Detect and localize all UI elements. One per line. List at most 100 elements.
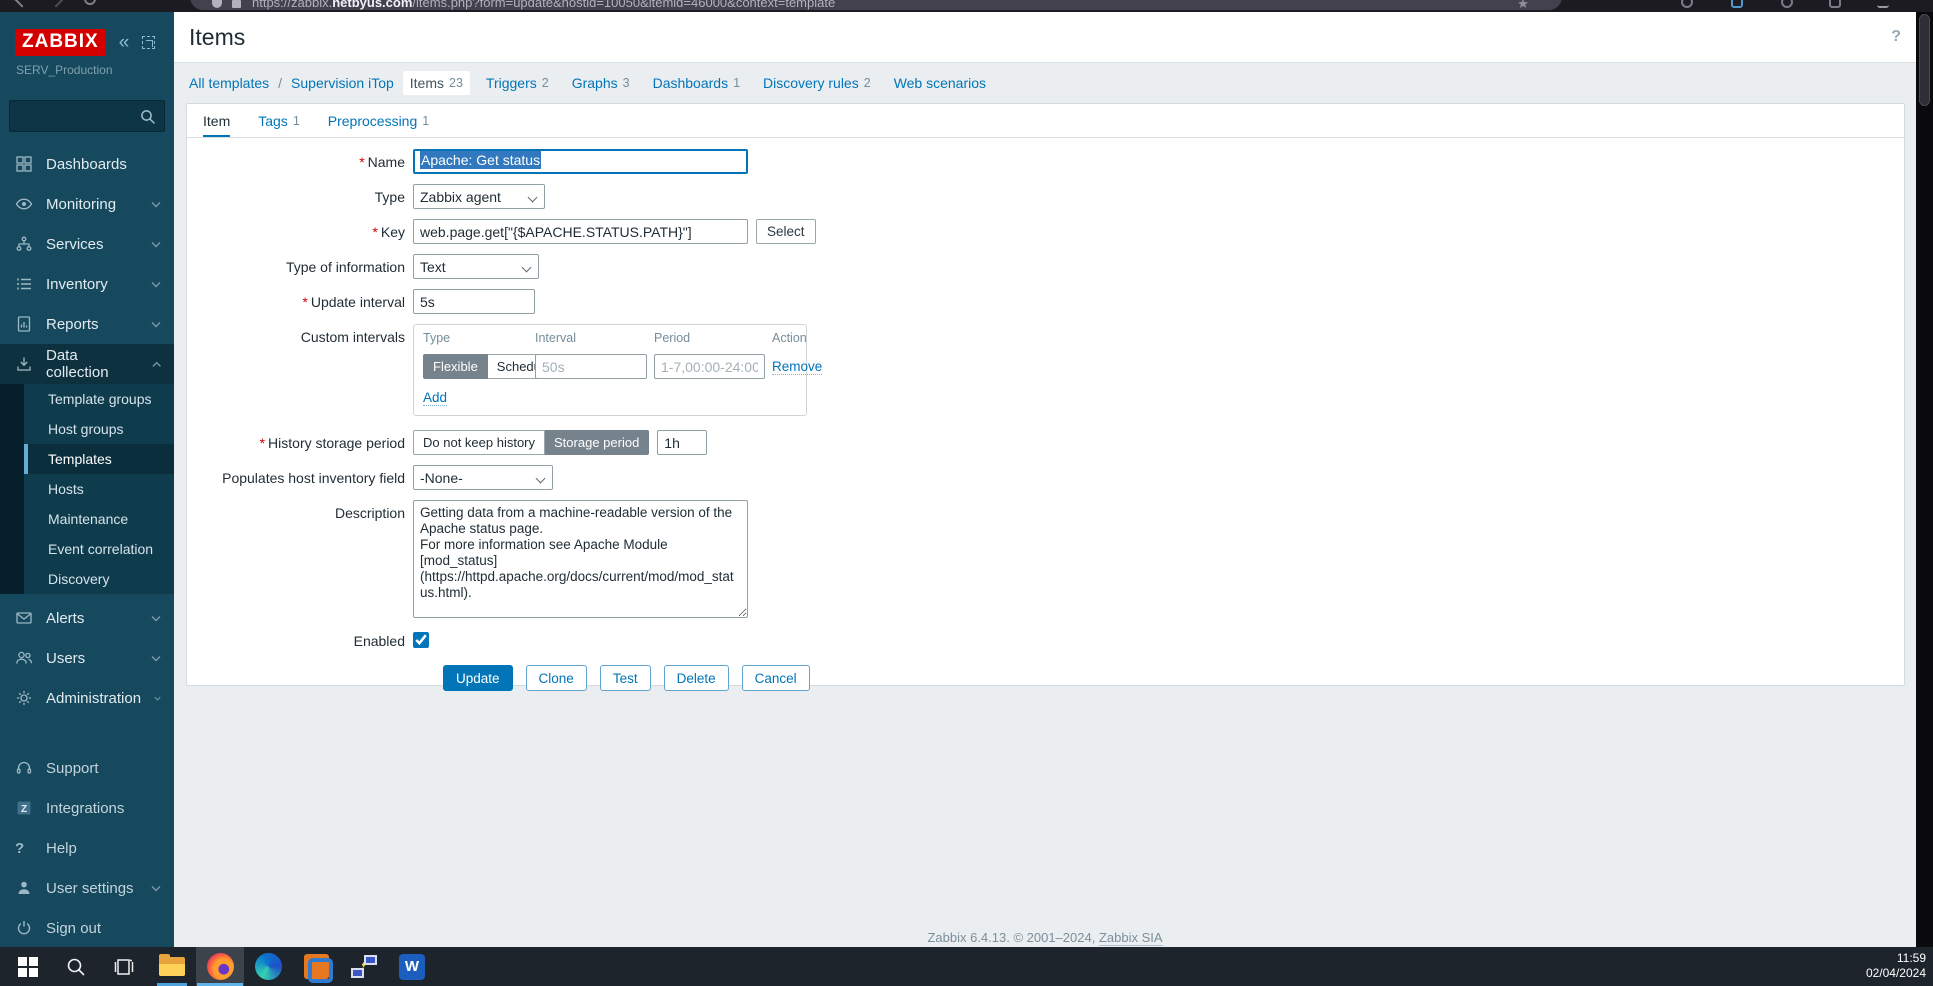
breadcrumb-tab-items[interactable]: Items 23 <box>402 71 470 95</box>
sidebar-item-dashboards[interactable]: Dashboards <box>0 144 174 184</box>
item-form: * Name Apache: Get status Type Zabbix age… <box>187 138 1904 691</box>
sidebar-item-support[interactable]: Support <box>0 748 174 788</box>
breadcrumb-tab-dashboards[interactable]: Dashboards 1 <box>646 71 747 95</box>
url-bar[interactable]: https://zabbix.netbyus.com/items.php?for… <box>190 0 1562 10</box>
description-textarea[interactable]: Getting data from a machine-readable ver… <box>413 500 748 618</box>
tab-preprocessing[interactable]: Preprocessing 1 <box>328 104 429 137</box>
sidebar-item-alerts[interactable]: Alerts <box>0 598 174 638</box>
taskbar-firefox[interactable] <box>196 947 244 986</box>
add-link[interactable]: Add <box>423 390 448 406</box>
breadcrumb-all-templates[interactable]: All templates <box>189 75 269 91</box>
sidebar-item-maintenance[interactable]: Maintenance <box>24 504 174 534</box>
extension-icon[interactable] <box>1681 0 1693 8</box>
zabbix-sia-link[interactable]: Zabbix SIA <box>1098 930 1163 946</box>
sidebar-item-discovery[interactable]: Discovery <box>24 564 174 594</box>
sidebar-item-template-groups[interactable]: Template groups <box>24 384 174 414</box>
server-name: SERV_Production <box>16 63 113 77</box>
page-header: Items ? <box>174 12 1916 63</box>
downloads-icon[interactable] <box>1731 0 1743 8</box>
sidebar-item-host-groups[interactable]: Host groups <box>24 414 174 444</box>
update-button[interactable]: Update <box>443 665 513 691</box>
padlock-icon[interactable] <box>232 0 241 8</box>
key-select-button[interactable]: Select <box>756 219 816 244</box>
history-value-input[interactable] <box>657 430 708 455</box>
remove-link[interactable]: Remove <box>772 359 823 375</box>
minimize-icon[interactable] <box>1877 0 1889 8</box>
reports-icon <box>17 316 31 332</box>
breadcrumb-tab-discovery-rules[interactable]: Discovery rules 2 <box>756 71 878 95</box>
task-view-button[interactable] <box>100 947 148 986</box>
sidebar-toggle-icon[interactable] <box>1829 0 1841 8</box>
clone-button[interactable]: Clone <box>525 665 587 691</box>
chevron-down-icon <box>151 321 161 327</box>
sidebar-item-users[interactable]: Users <box>0 638 174 678</box>
taskbar-file-explorer[interactable] <box>148 947 196 986</box>
taskbar-remote-desktop[interactable] <box>340 947 388 986</box>
flexible-option[interactable]: Flexible <box>423 354 488 379</box>
taskbar-edge[interactable] <box>244 947 292 986</box>
taskbar-vmware[interactable] <box>292 947 340 986</box>
name-input[interactable]: Apache: Get status <box>413 149 748 174</box>
name-label: * Name <box>359 154 405 170</box>
sidebar-item-reports[interactable]: Reports <box>0 304 174 344</box>
sidebar-item-help[interactable]: ? Help <box>0 828 174 868</box>
description-label: Description <box>334 505 405 521</box>
sidebar-item-templates[interactable]: Templates <box>24 444 174 474</box>
update-interval-input[interactable] <box>413 289 535 314</box>
collapse-sidebar-icon[interactable]: « <box>119 33 130 52</box>
breadcrumb: All templates / Supervision iTop Items 2… <box>174 63 1916 103</box>
taskbar-clock[interactable]: 11:59 02/04/2024 <box>1866 951 1926 981</box>
sidebar-item-monitoring[interactable]: Monitoring <box>0 184 174 224</box>
taskbar-word[interactable]: W <box>388 947 436 986</box>
breadcrumb-tab-web-scenarios[interactable]: Web scenarios <box>887 71 993 95</box>
breadcrumb-tab-graphs[interactable]: Graphs 3 <box>565 71 637 95</box>
interval-input[interactable] <box>535 354 647 379</box>
cancel-button[interactable]: Cancel <box>741 665 810 691</box>
tab-tags[interactable]: Tags 1 <box>258 104 300 137</box>
reload-icon[interactable] <box>84 0 96 5</box>
sidebar-item-administration[interactable]: Administration <box>0 678 174 718</box>
test-button[interactable]: Test <box>599 665 651 691</box>
account-icon[interactable] <box>1781 0 1793 8</box>
start-button[interactable] <box>4 947 52 986</box>
scrollbar-thumb[interactable] <box>1919 14 1930 106</box>
key-input[interactable] <box>413 219 748 244</box>
column-period: Period <box>654 331 691 345</box>
do-not-keep-history-option[interactable]: Do not keep history <box>413 430 546 455</box>
item-form-card: Item Tags 1 Preprocessing 1 * Name Apache… <box>186 103 1905 691</box>
sidebar-item-inventory[interactable]: Inventory <box>0 264 174 304</box>
sidebar-search-input[interactable] <box>9 100 165 132</box>
taskbar-search-button[interactable] <box>52 947 100 986</box>
breadcrumb-template-name[interactable]: Supervision iTop <box>291 75 394 91</box>
type-select[interactable]: Zabbix agent <box>413 184 545 209</box>
column-action: Action <box>772 331 807 345</box>
bookmark-star-icon[interactable] <box>1518 0 1528 8</box>
back-icon[interactable] <box>13 0 31 8</box>
sidebar-item-event-correlation[interactable]: Event correlation <box>24 534 174 564</box>
sidebar-item-hosts[interactable]: Hosts <box>24 474 174 504</box>
forward-icon[interactable] <box>47 0 65 8</box>
taskbar: W 11:59 02/04/2024 <box>0 947 1933 986</box>
browser-scrollbar[interactable] <box>1916 0 1933 947</box>
enabled-checkbox[interactable] <box>413 632 429 648</box>
sidebar-item-data-collection[interactable]: Data collection <box>0 344 174 384</box>
inventory-field-select[interactable]: -None- <box>413 465 553 490</box>
storage-period-option[interactable]: Storage period <box>545 430 650 455</box>
column-interval: Interval <box>535 331 576 345</box>
breadcrumb-tab-triggers[interactable]: Triggers 2 <box>479 71 556 95</box>
help-icon[interactable]: ? <box>1891 28 1901 46</box>
shield-icon[interactable] <box>212 0 222 8</box>
sidebar-item-user-settings[interactable]: User settings <box>0 868 174 908</box>
pin-sidebar-icon[interactable] <box>142 36 156 49</box>
zabbix-logo[interactable]: ZABBIX <box>15 29 106 56</box>
monitoring-icon <box>15 198 33 210</box>
tab-item[interactable]: Item <box>203 104 231 137</box>
period-input[interactable] <box>654 354 765 379</box>
sidebar-item-integrations[interactable]: Z Integrations <box>0 788 174 828</box>
delete-button[interactable]: Delete <box>663 665 729 691</box>
type-of-information-select[interactable]: Text <box>413 254 539 279</box>
search-icon <box>67 958 85 976</box>
sidebar-item-services[interactable]: Services <box>0 224 174 264</box>
sidebar-item-sign-out[interactable]: Sign out <box>0 908 174 948</box>
file-explorer-icon <box>159 954 185 976</box>
